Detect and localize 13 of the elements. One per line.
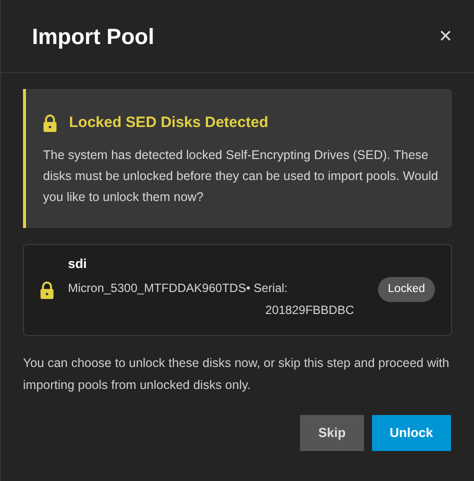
status-badge: Locked [378, 276, 435, 302]
alert-message: The system has detected locked Self-Encrypting Drives (SED). These disks must be unlocked before they can be used to import pools. Would you like to unlock them now? [43, 146, 440, 206]
note-text: You can choose to unlock these disks now, or skip this step and proceed with importing pools from unlocked disks only. [23, 354, 450, 394]
disk-model: Micron_5300_MTFDDAK960TDS• Serial: [68, 280, 289, 298]
close-button[interactable]: × [435, 25, 456, 47]
dialog-title: Import Pool [32, 22, 154, 51]
disk-serial: 201829FBBDBC [265, 302, 355, 320]
unlock-button[interactable]: Unlock [372, 414, 451, 450]
lock-icon [40, 280, 54, 298]
alert-title: Locked SED Disks Detected [69, 113, 268, 133]
lock-icon [43, 114, 57, 132]
skip-button[interactable]: Skip [300, 414, 364, 450]
disk-name: sdi [68, 254, 88, 273]
